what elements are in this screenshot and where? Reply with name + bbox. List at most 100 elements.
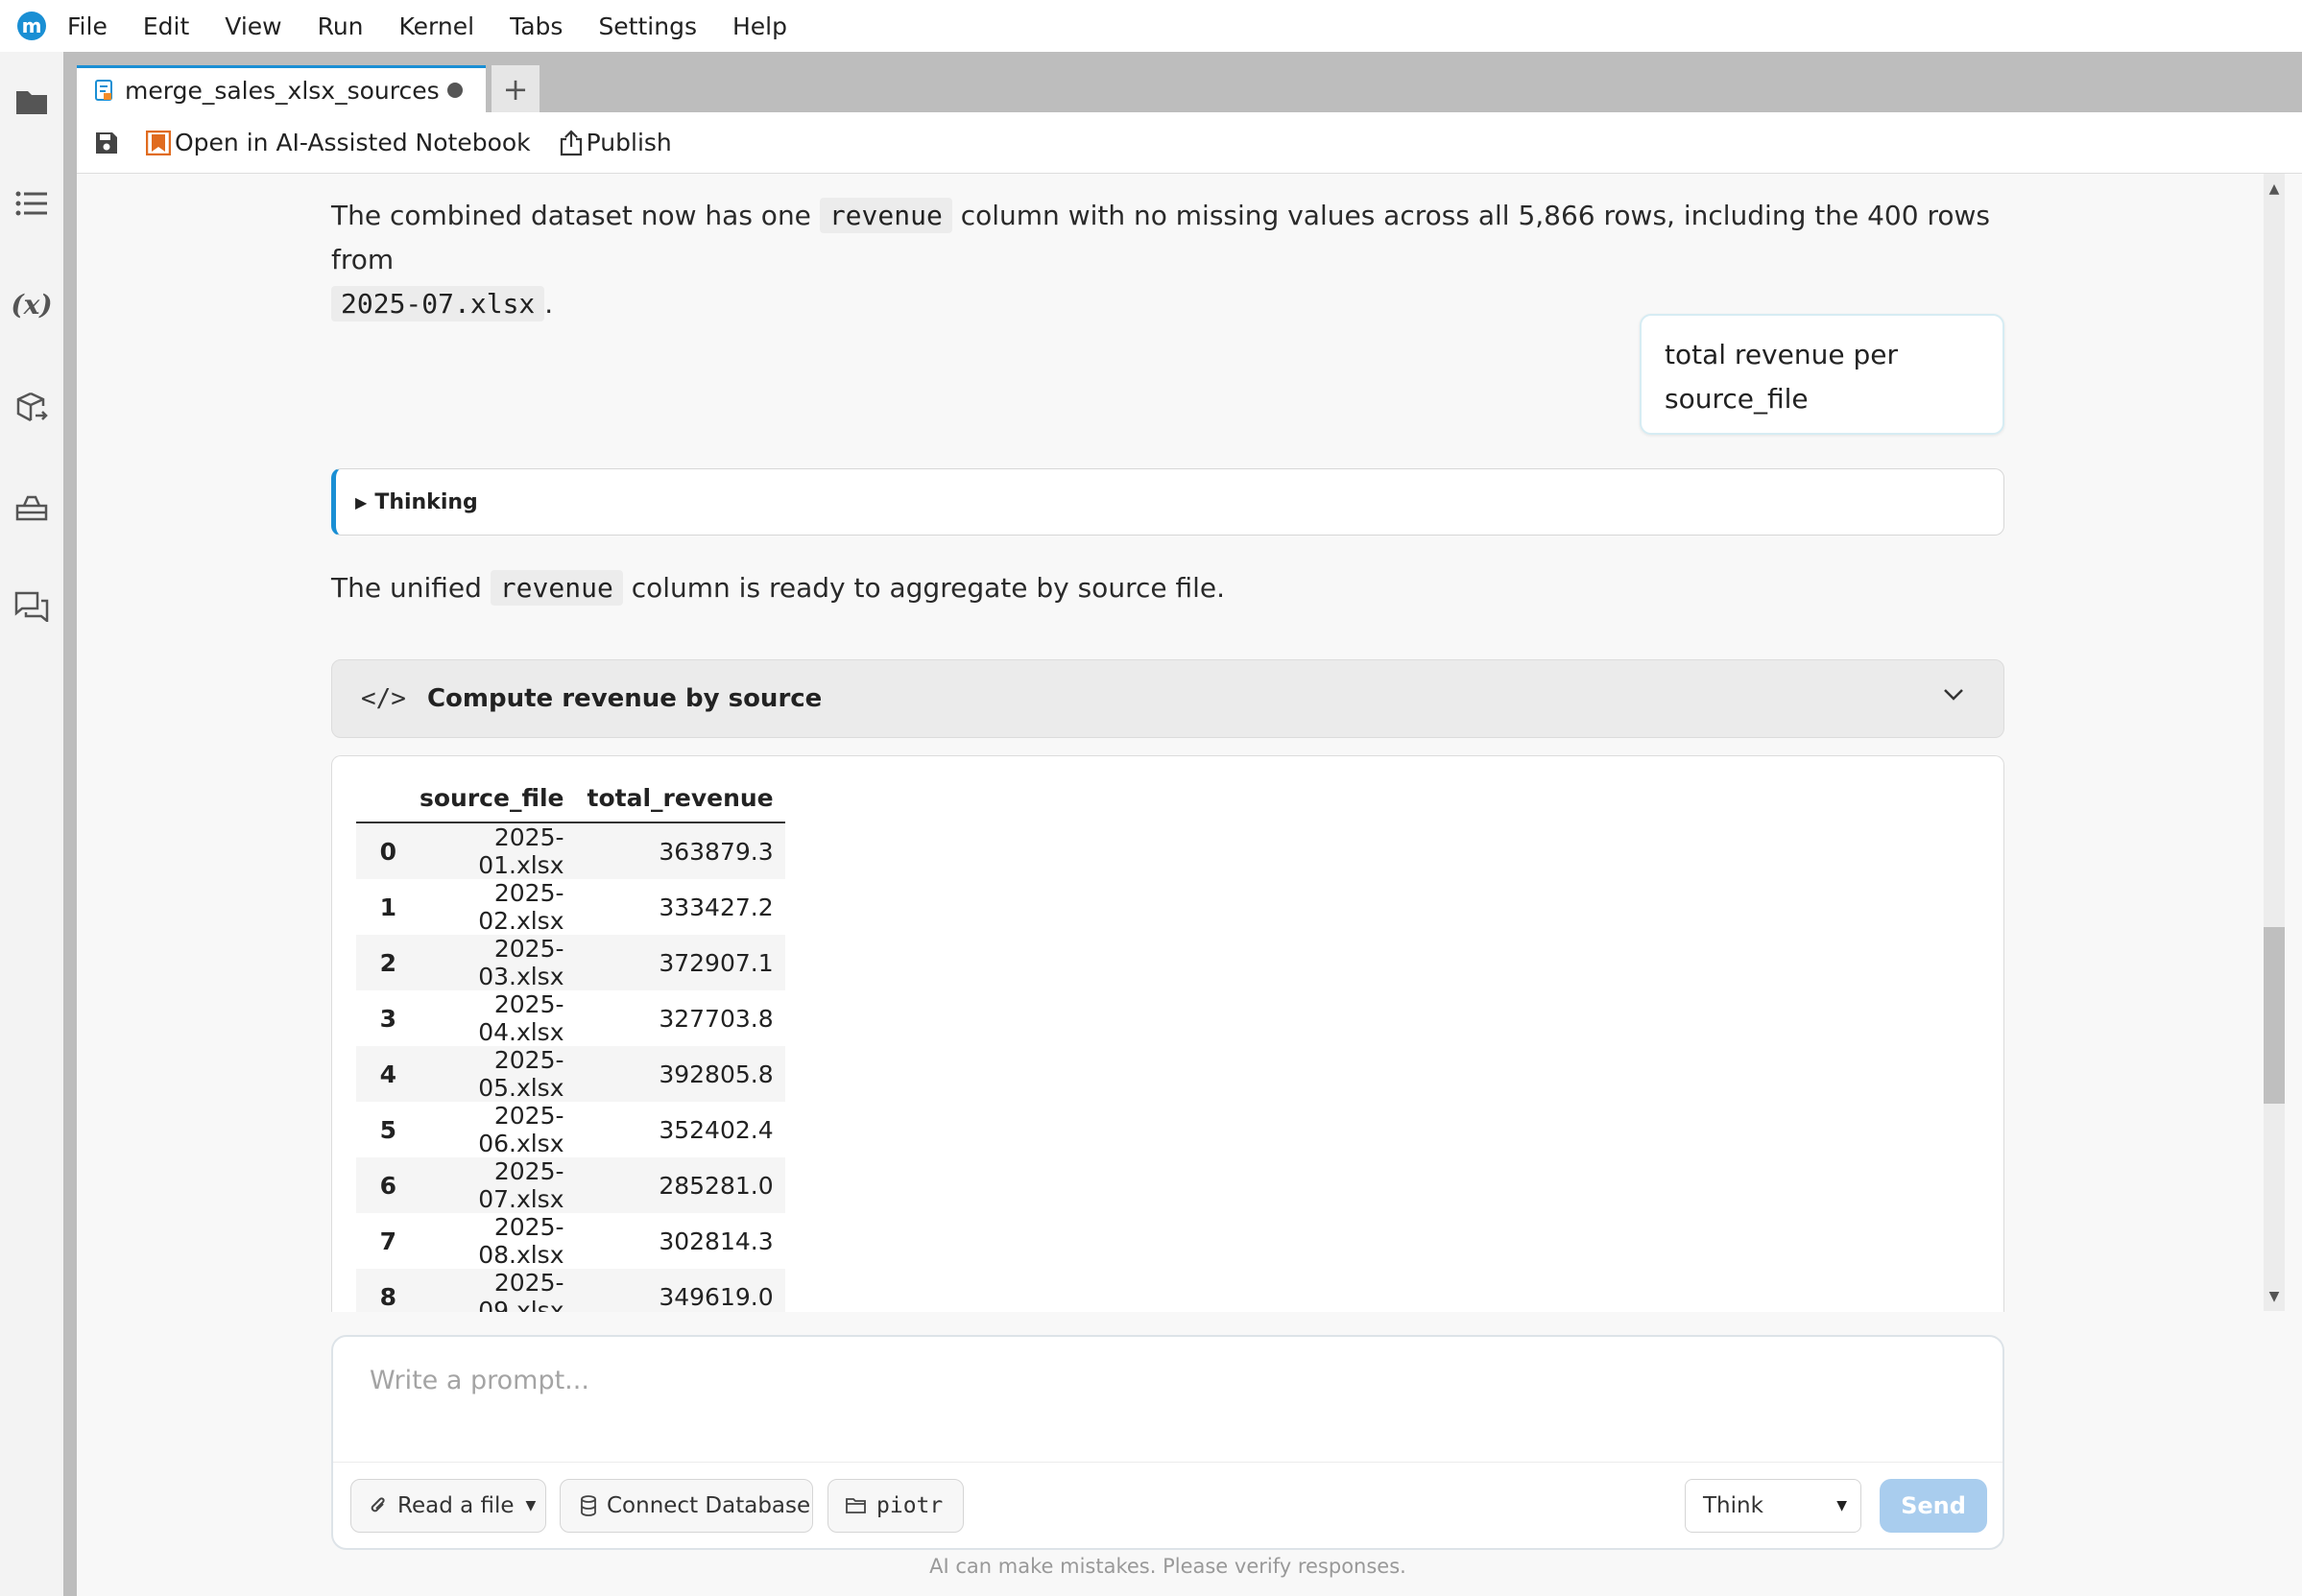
total-revenue-header: total_revenue [587, 783, 774, 812]
menu-file[interactable]: File [67, 12, 108, 40]
share-icon [560, 129, 582, 155]
paperclip-icon [371, 1497, 385, 1513]
scroll-up-arrow-icon[interactable]: ▲ [2266, 182, 2283, 196]
source-file-cell: 2025-09.xlsx [478, 1269, 564, 1312]
source-file-cell: 2025-01.xlsx [478, 823, 564, 879]
package-icon[interactable] [14, 390, 49, 424]
source-file-cell: 2025-06.xlsx [478, 1102, 564, 1157]
table-row: 8 2025-09.xlsx 349619.0 [356, 1269, 785, 1312]
code-icon: </> [361, 684, 406, 713]
source-file-cell: 2025-04.xlsx [478, 990, 564, 1046]
row-index: 4 [379, 1060, 396, 1088]
save-icon[interactable] [94, 131, 119, 155]
row-index: 5 [379, 1115, 396, 1144]
publish-label: Publish [586, 129, 672, 156]
tab-title: merge_sales_xlsx_sources.ipynb [125, 76, 442, 105]
menu-help[interactable]: Help [732, 12, 787, 40]
row-index: 1 [379, 893, 396, 921]
folder-label: piotr [876, 1493, 944, 1518]
left-sidebar-icons: (x) [0, 52, 64, 1596]
publish-button[interactable]: Publish [560, 129, 672, 156]
index-header [356, 774, 408, 822]
ai-disclaimer: AI can make mistakes. Please verify resp… [929, 1555, 1406, 1578]
folder-selector-button[interactable]: piotr [827, 1479, 964, 1533]
expand-triangle-icon: ▶ [355, 492, 368, 512]
user-message-bubble: total revenue per source_file [1640, 314, 2004, 435]
mode-select-value: Think [1703, 1493, 1763, 1518]
variables-icon[interactable]: (x) [11, 287, 52, 322]
send-button[interactable]: Send [1880, 1479, 1987, 1533]
thinking-label: Thinking [374, 489, 478, 514]
table-row: 2 2025-03.xlsx 372907.1 [356, 935, 785, 990]
chevron-down-icon[interactable] [1942, 687, 1965, 703]
source-file-header: source_file [420, 783, 564, 812]
total-revenue-cell: 352402.4 [659, 1115, 774, 1144]
notebook-toolbar: Open in AI-Assisted Notebook Publish [77, 112, 2302, 174]
toc-list-icon[interactable] [14, 186, 49, 221]
open-ai-notebook-label: Open in AI-Assisted Notebook [175, 129, 531, 156]
database-icon [581, 1495, 596, 1516]
total-revenue-cell: 327703.8 [659, 1004, 774, 1033]
code-block-collapsible[interactable]: </> Compute revenue by source [331, 659, 2004, 738]
source-file-cell: 2025-05.xlsx [478, 1046, 564, 1102]
scroll-down-arrow-icon[interactable]: ▼ [2266, 1290, 2283, 1303]
read-file-button[interactable]: Read a file ▼ [350, 1479, 546, 1533]
assistant-message-1-end: . [544, 288, 554, 320]
row-index: 3 [379, 1004, 396, 1033]
connect-database-label: Connect Database [607, 1493, 811, 1518]
source-file-cell: 2025-03.xlsx [478, 935, 564, 990]
connect-database-button[interactable]: Connect Database [560, 1479, 813, 1533]
unsaved-indicator[interactable] [447, 83, 463, 98]
table-row: 6 2025-07.xlsx 285281.0 [356, 1157, 785, 1213]
total-revenue-cell: 302814.3 [659, 1227, 774, 1255]
menu-run[interactable]: Run [318, 12, 364, 40]
scrollbar-track[interactable] [2264, 174, 2285, 1311]
mode-select[interactable]: Think ▼ [1685, 1479, 1861, 1533]
notebook-tab[interactable]: merge_sales_xlsx_sources.ipynb [77, 65, 486, 112]
scrollbar-thumb[interactable] [2264, 927, 2285, 1104]
table-header-row: source_file total_revenue [356, 774, 785, 822]
row-index: 2 [379, 948, 396, 977]
inline-code-filename: 2025-07.xlsx [331, 286, 545, 322]
source-file-cell: 2025-08.xlsx [478, 1213, 564, 1269]
table-row: 0 2025-01.xlsx 363879.3 [356, 822, 785, 879]
dataframe-output: source_file total_revenue 0 2025-01.xlsx 3… [331, 755, 2004, 1312]
total-revenue-cell: 285281.0 [659, 1171, 774, 1200]
prompt-divider [333, 1462, 2002, 1463]
tray-icon[interactable] [14, 490, 49, 525]
menu-settings[interactable]: Settings [598, 12, 697, 40]
inline-code-revenue-2: revenue [490, 570, 623, 606]
menu-view[interactable]: View [225, 12, 281, 40]
assistant-message-2-text-cont: column is ready to aggregate by source f… [622, 572, 1226, 604]
menu-kernel[interactable]: Kernel [399, 12, 475, 40]
table-row: 1 2025-02.xlsx 333427.2 [356, 879, 785, 935]
revenue-table: source_file total_revenue 0 2025-01.xlsx 3… [356, 774, 785, 1312]
total-revenue-cell: 372907.1 [659, 948, 774, 977]
menu-tabs[interactable]: Tabs [510, 12, 563, 40]
sidebar-gutter [63, 52, 77, 1596]
menu-bar: m File Edit View Run Kernel Tabs Setting… [0, 0, 2302, 52]
total-revenue-cell: 349619.0 [659, 1282, 774, 1311]
row-index: 7 [379, 1227, 396, 1255]
chat-icon[interactable] [14, 589, 49, 624]
folder-icon[interactable] [14, 84, 49, 119]
table-row: 3 2025-04.xlsx 327703.8 [356, 990, 785, 1046]
prompt-input[interactable]: Write a prompt... [370, 1366, 589, 1395]
assistant-message-1-text: The combined dataset now has one [331, 200, 820, 231]
assistant-message-2: The unified revenue column is ready to a… [331, 566, 1225, 610]
total-revenue-cell: 392805.8 [659, 1060, 774, 1088]
app-logo: m [17, 12, 46, 40]
total-revenue-cell: 333427.2 [659, 893, 774, 921]
assistant-message-2-text: The unified [331, 572, 491, 604]
thinking-disclosure[interactable]: ▶ Thinking [331, 468, 2004, 536]
table-row: 5 2025-06.xlsx 352402.4 [356, 1102, 785, 1157]
row-index: 0 [379, 837, 396, 866]
menu-edit[interactable]: Edit [143, 12, 189, 40]
source-file-cell: 2025-07.xlsx [478, 1157, 564, 1213]
total-revenue-cell: 363879.3 [659, 837, 774, 866]
dropdown-caret-icon: ▼ [525, 1498, 537, 1513]
folder-open-icon [846, 1498, 866, 1513]
ai-notebook-icon [146, 130, 171, 155]
new-tab-button[interactable]: + [492, 65, 540, 112]
open-ai-notebook-button[interactable]: Open in AI-Assisted Notebook [146, 129, 531, 156]
